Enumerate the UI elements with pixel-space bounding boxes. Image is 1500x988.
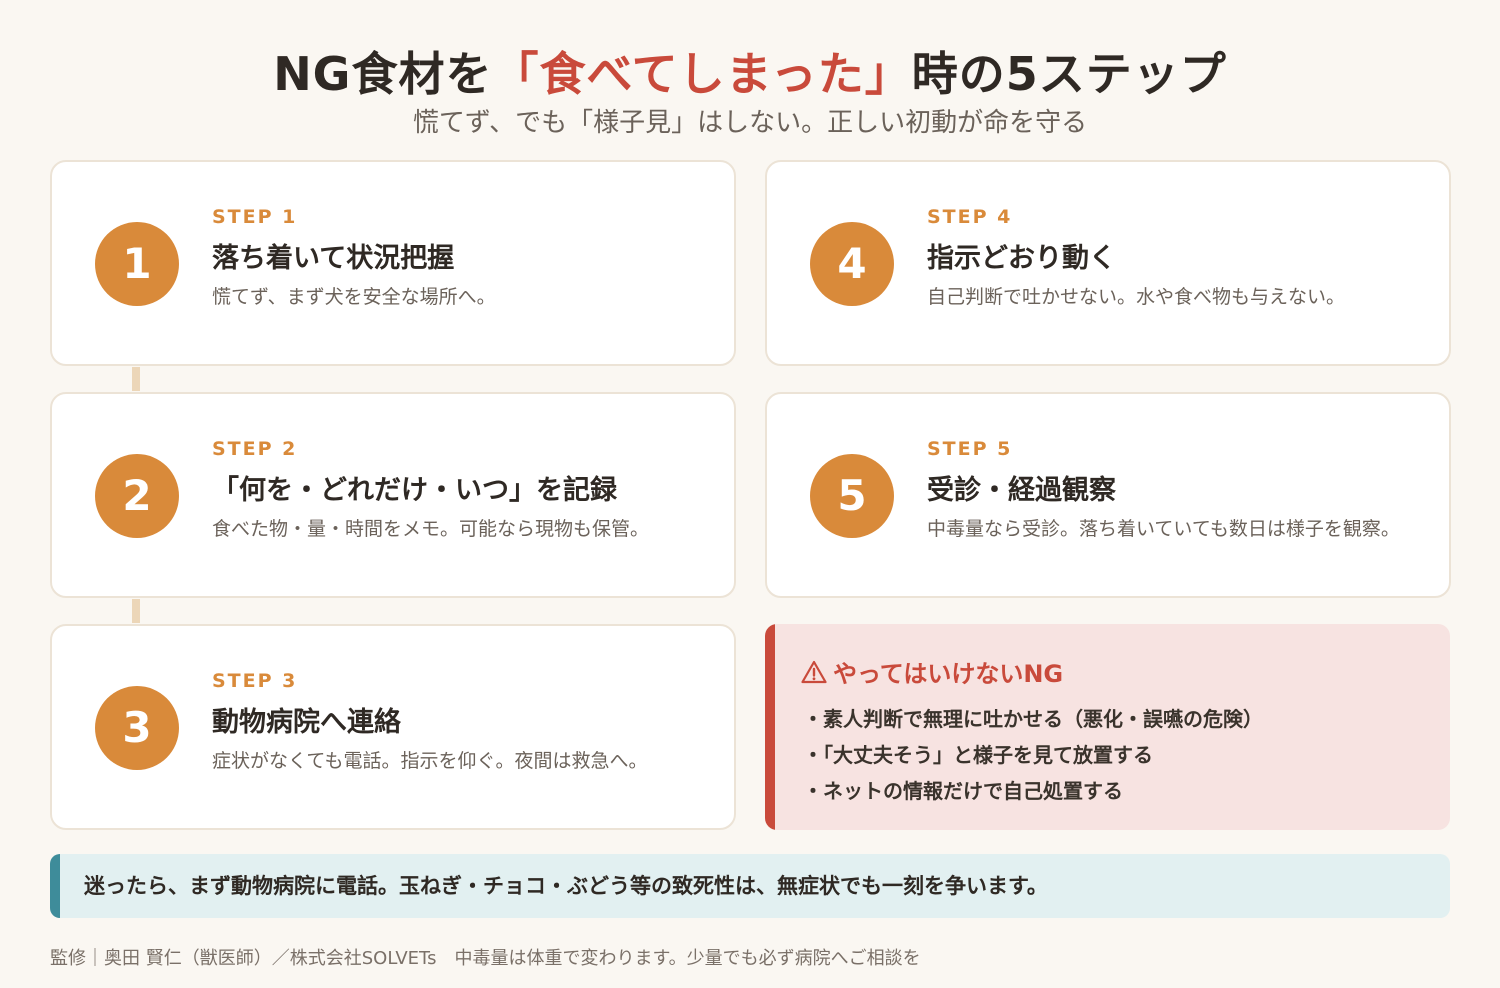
page-title: NG食材を「食べてしまった」時の5ステップ bbox=[0, 38, 1500, 104]
step-card-1: 1 STEP 1 落ち着いて状況把握 慌てず、まず犬を安全な場所へ。 bbox=[50, 160, 736, 366]
step-card-2: 2 STEP 2 「何を・どれだけ・いつ」を記録 食べた物・量・時間をメモ。可能… bbox=[50, 392, 736, 598]
notice-text: 迷ったら、まず動物病院に電話。玉ねぎ・チョコ・ぶどう等の致死性は、無症状でも一刻… bbox=[84, 874, 1048, 898]
step-tag: STEP 1 bbox=[212, 206, 298, 228]
step-tag: STEP 4 bbox=[927, 206, 1013, 228]
infographic: NG食材を「食べてしまった」時の5ステップ 慌てず、でも「様子見」はしない。正し… bbox=[0, 0, 1500, 988]
ng-list-item: ・ネットの情報だけで自己処置する bbox=[803, 779, 1123, 803]
step-title: 指示どおり動く bbox=[927, 243, 1116, 274]
step-connector bbox=[132, 599, 140, 623]
notice-banner: 迷ったら、まず動物病院に電話。玉ねぎ・チョコ・ぶどう等の致死性は、無症状でも一刻… bbox=[50, 854, 1450, 918]
notice-accent-bar bbox=[50, 854, 60, 918]
step-card-4: 4 STEP 4 指示どおり動く 自己判断で吐かせない。水や食べ物も与えない。 bbox=[765, 160, 1451, 366]
step-number-circle: 5 bbox=[810, 454, 894, 538]
ng-list: ・素人判断で無理に吐かせる（悪化・誤嚥の危険） ・「大丈夫そう」と様子を見て放置… bbox=[803, 706, 1263, 814]
ng-list-item: ・「大丈夫そう」と様子を見て放置する bbox=[803, 743, 1153, 767]
ng-list-item: ・素人判断で無理に吐かせる（悪化・誤嚥の危険） bbox=[803, 707, 1263, 731]
step-number-circle: 4 bbox=[810, 222, 894, 306]
step-tag: STEP 2 bbox=[212, 438, 298, 460]
title-highlight: 「食べてしまった」 bbox=[492, 47, 912, 101]
step-number-circle: 1 bbox=[95, 222, 179, 306]
step-tag: STEP 5 bbox=[927, 438, 1013, 460]
step-title: 「何を・どれだけ・いつ」を記録 bbox=[212, 475, 617, 506]
footer-credit: 監修｜奥田 賢仁（獣医師）／株式会社SOLVETs 中毒量は体重で変わります。少… bbox=[50, 948, 921, 969]
ng-warning-box: やってはいけないNG ・素人判断で無理に吐かせる（悪化・誤嚥の危険） ・「大丈夫… bbox=[765, 624, 1450, 830]
step-number-circle: 2 bbox=[95, 454, 179, 538]
step-title: 動物病院へ連絡 bbox=[212, 707, 401, 738]
step-card-5: 5 STEP 5 受診・経過観察 中毒量なら受診。落ち着いていても数日は様子を観… bbox=[765, 392, 1451, 598]
title-prefix: NG食材を bbox=[273, 47, 493, 101]
page-subtitle: 慌てず、でも「様子見」はしない。正しい初動が命を守る bbox=[412, 108, 1088, 138]
step-description: 中毒量なら受診。落ち着いていても数日は様子を観察。 bbox=[927, 518, 1400, 540]
step-tag: STEP 3 bbox=[212, 670, 298, 692]
step-connector bbox=[132, 367, 140, 391]
ng-accent-bar bbox=[765, 624, 775, 830]
title-suffix: 時の5ステップ bbox=[911, 47, 1227, 101]
step-description: 自己判断で吐かせない。水や食べ物も与えない。 bbox=[927, 286, 1346, 308]
step-title: 落ち着いて状況把握 bbox=[212, 243, 455, 274]
step-description: 症状がなくても電話。指示を仰ぐ。夜間は救急へ。 bbox=[212, 750, 648, 772]
ng-title: やってはいけないNG bbox=[801, 654, 1063, 689]
step-number-circle: 3 bbox=[95, 686, 179, 770]
step-description: 食べた物・量・時間をメモ。可能なら現物も保管。 bbox=[212, 518, 650, 540]
warning-icon bbox=[801, 660, 827, 683]
step-card-3: 3 STEP 3 動物病院へ連絡 症状がなくても電話。指示を仰ぐ。夜間は救急へ。 bbox=[50, 624, 736, 830]
step-description: 慌てず、まず犬を安全な場所へ。 bbox=[212, 286, 496, 308]
step-title: 受診・経過観察 bbox=[927, 475, 1116, 506]
ng-title-text: やってはいけないNG bbox=[833, 660, 1064, 688]
